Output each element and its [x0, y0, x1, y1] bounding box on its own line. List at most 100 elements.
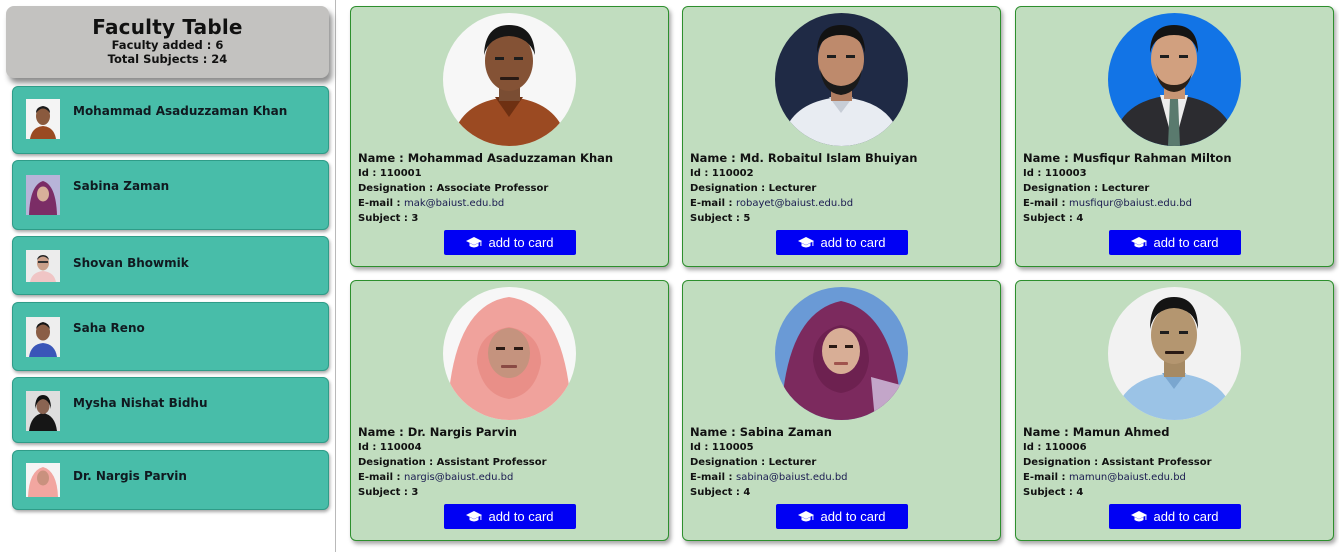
designation-label: Designation : [1023, 183, 1099, 194]
faculty-info: Name : Mamun Ahmed Id : 110006 Designati… [1023, 425, 1327, 500]
graduation-cap-icon [466, 510, 483, 521]
designation-value: Lecturer [1101, 183, 1150, 194]
faculty-name: Name : Md. Robaitul Islam Bhuiyan [690, 151, 918, 165]
faculty-info: Name : Mohammad Asaduzzaman Khan Id : 11… [358, 151, 662, 226]
designation-label: Designation : [358, 457, 434, 468]
faculty-subject-count: Subject : 4 [1023, 487, 1084, 498]
faculty-name: Name : Dr. Nargis Parvin [358, 425, 517, 439]
faculty-id: Id : 110006 [1023, 442, 1087, 453]
designation-label: Designation : [690, 183, 766, 194]
faculty-info: Name : Musfiqur Rahman Milton Id : 11000… [1023, 151, 1327, 226]
graduation-cap-icon [466, 236, 483, 247]
faculty-email: E-mail : musfiqur@baiust.edu.bd [1023, 196, 1327, 211]
avatar-thumbnail [26, 463, 60, 497]
designation-value: Assistant Professor [1101, 457, 1212, 468]
add-to-card-button[interactable]: add to card [1109, 230, 1241, 255]
sidebar-item-label: Shovan Bhowmik [73, 256, 189, 270]
sidebar-item-sabina[interactable]: Sabina Zaman [12, 160, 329, 230]
faculty-id: Id : 110001 [358, 168, 422, 179]
faculty-id: Id : 110004 [358, 442, 422, 453]
email-label: E-mail : [1023, 472, 1066, 483]
avatar-thumbnail [26, 99, 60, 139]
faculty-name: Name : Mamun Ahmed [1023, 425, 1170, 439]
designation-label: Designation : [690, 457, 766, 468]
button-label: add to card [488, 235, 554, 250]
add-to-card-button[interactable]: add to card [444, 504, 576, 529]
faculty-card: Name : Dr. Nargis Parvin Id : 110004 Des… [350, 280, 669, 541]
sidebar-item-nargis[interactable]: Dr. Nargis Parvin [12, 450, 329, 510]
faculty-id: Id : 110003 [1023, 168, 1087, 179]
sidebar-item-shovan[interactable]: Shovan Bhowmik [12, 236, 329, 295]
graduation-cap-icon [1131, 510, 1148, 521]
sidebar-item-asaduzzaman[interactable]: Mohammad Asaduzzaman Khan [12, 86, 329, 154]
sidebar-item-mysha[interactable]: Mysha Nishat Bidhu [12, 377, 329, 443]
email-value: musfiqur@baiust.edu.bd [1068, 198, 1192, 209]
button-label: add to card [488, 509, 554, 524]
faculty-card: Name : Mohammad Asaduzzaman Khan Id : 11… [350, 6, 669, 267]
faculty-subject-count: Subject : 3 [358, 487, 419, 498]
designation-value: Lecturer [768, 183, 817, 194]
email-value: nargis@baiust.edu.bd [403, 472, 514, 483]
faculty-photo [443, 287, 576, 420]
faculty-name: Name : Sabina Zaman [690, 425, 832, 439]
avatar-thumbnail [26, 175, 60, 215]
faculty-email: E-mail : mak@baiust.edu.bd [358, 196, 662, 211]
email-value: sabina@baiust.edu.bd [735, 472, 848, 483]
summary-title: Faculty Table [92, 15, 243, 39]
faculty-card: Name : Md. Robaitul Islam Bhuiyan Id : 1… [682, 6, 1001, 267]
avatar-thumbnail [26, 391, 60, 431]
email-label: E-mail : [358, 472, 401, 483]
email-label: E-mail : [1023, 198, 1066, 209]
email-value: robayet@baiust.edu.bd [735, 198, 854, 209]
faculty-info: Name : Dr. Nargis Parvin Id : 110004 Des… [358, 425, 662, 500]
email-value: mamun@baiust.edu.bd [1068, 472, 1186, 483]
faculty-card: Name : Mamun Ahmed Id : 110006 Designati… [1015, 280, 1334, 541]
faculty-photo [775, 287, 908, 420]
total-subjects-count: Total Subjects : 24 [107, 52, 228, 66]
faculty-designation: Designation : Associate Professor [358, 181, 662, 196]
sidebar-item-saha-reno[interactable]: Saha Reno [12, 302, 329, 371]
sidebar: Faculty Table Faculty added : 6 Total Su… [0, 0, 336, 552]
faculty-designation: Designation : Assistant Professor [1023, 455, 1327, 470]
sidebar-item-label: Dr. Nargis Parvin [73, 469, 187, 483]
faculty-summary: Faculty Table Faculty added : 6 Total Su… [6, 6, 329, 78]
faculty-name: Name : Musfiqur Rahman Milton [1023, 151, 1232, 165]
faculty-app: Faculty Table Faculty added : 6 Total Su… [0, 0, 1339, 552]
faculty-designation: Designation : Lecturer [690, 181, 994, 196]
designation-value: Associate Professor [436, 183, 549, 194]
avatar-thumbnail [26, 250, 60, 282]
faculty-subject-count: Subject : 3 [358, 213, 419, 224]
faculty-designation: Designation : Assistant Professor [358, 455, 662, 470]
sidebar-item-label: Mysha Nishat Bidhu [73, 396, 208, 410]
faculty-photo [443, 13, 576, 146]
faculty-designation: Designation : Lecturer [1023, 181, 1327, 196]
faculty-email: E-mail : sabina@baiust.edu.bd [690, 470, 994, 485]
faculty-photo [1108, 13, 1241, 146]
faculty-email: E-mail : nargis@baiust.edu.bd [358, 470, 662, 485]
avatar-thumbnail [26, 317, 60, 357]
faculty-photo [775, 13, 908, 146]
faculty-info: Name : Sabina Zaman Id : 110005 Designat… [690, 425, 994, 500]
add-to-card-button[interactable]: add to card [776, 230, 908, 255]
sidebar-item-label: Mohammad Asaduzzaman Khan [73, 104, 288, 118]
designation-value: Lecturer [768, 457, 817, 468]
faculty-id: Id : 110005 [690, 442, 754, 453]
email-value: mak@baiust.edu.bd [403, 198, 505, 209]
faculty-email: E-mail : mamun@baiust.edu.bd [1023, 470, 1327, 485]
faculty-designation: Designation : Lecturer [690, 455, 994, 470]
faculty-subject-count: Subject : 5 [690, 213, 751, 224]
email-label: E-mail : [358, 198, 401, 209]
designation-value: Assistant Professor [436, 457, 547, 468]
button-label: add to card [1153, 235, 1219, 250]
faculty-info: Name : Md. Robaitul Islam Bhuiyan Id : 1… [690, 151, 994, 226]
add-to-card-button[interactable]: add to card [1109, 504, 1241, 529]
add-to-card-button[interactable]: add to card [776, 504, 908, 529]
email-label: E-mail : [690, 472, 733, 483]
designation-label: Designation : [358, 183, 434, 194]
faculty-photo [1108, 287, 1241, 420]
email-label: E-mail : [690, 198, 733, 209]
sidebar-item-label: Sabina Zaman [73, 179, 170, 193]
button-label: add to card [1153, 509, 1219, 524]
add-to-card-button[interactable]: add to card [444, 230, 576, 255]
faculty-added-count: Faculty added : 6 [111, 38, 224, 52]
